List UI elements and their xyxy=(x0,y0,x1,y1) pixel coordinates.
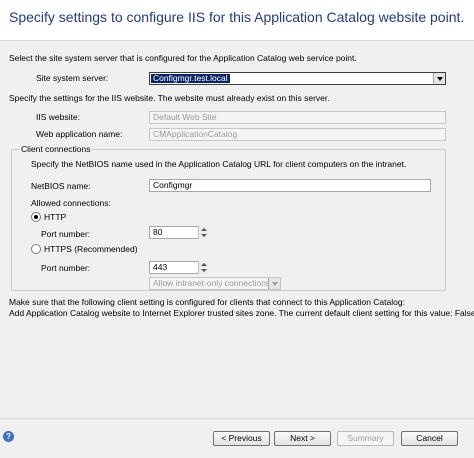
https-radio[interactable] xyxy=(31,244,41,254)
iis-website-field[interactable]: Default Web Site xyxy=(149,111,446,124)
https-connection-dropdown[interactable]: Allow intranet-only connections xyxy=(149,277,281,290)
site-system-server-value: Configmgr.test.local xyxy=(151,73,230,83)
https-port-field[interactable]: 443 xyxy=(149,261,200,274)
cancel-button[interactable]: Cancel xyxy=(401,431,458,446)
spin-down-icon[interactable] xyxy=(201,234,207,237)
previous-button[interactable]: < Previous xyxy=(213,431,270,446)
client-connections-legend: Client connections xyxy=(19,144,93,155)
summary-button[interactable]: Summary xyxy=(337,431,394,446)
web-app-name-field[interactable]: CMApplicationCatalog xyxy=(149,128,446,141)
http-port-spinner[interactable] xyxy=(198,226,208,239)
client-connections-description: Specify the NetBIOS name used in the App… xyxy=(31,159,407,169)
site-system-server-label: Site system server: xyxy=(36,73,109,83)
http-port-field[interactable]: 80 xyxy=(149,226,200,239)
https-label: HTTPS (Recommended) xyxy=(44,244,138,254)
notice-line-2: Add Application Catalog website to Inter… xyxy=(9,308,474,318)
web-app-name-label: Web application name: xyxy=(36,129,123,139)
next-button[interactable]: Next > xyxy=(274,431,331,446)
iis-intro-text: Specify the settings for the IIS website… xyxy=(9,93,330,103)
https-port-label: Port number: xyxy=(41,263,91,273)
help-icon[interactable]: ? xyxy=(3,431,14,442)
spin-down-icon[interactable] xyxy=(201,269,207,272)
chevron-down-icon[interactable] xyxy=(433,73,445,84)
page-title: Specify settings to configure IIS for th… xyxy=(9,9,465,25)
chevron-down-icon[interactable] xyxy=(268,278,280,289)
http-label: HTTP xyxy=(44,212,67,222)
netbios-name-field[interactable]: Configmgr xyxy=(149,179,431,192)
https-port-spinner[interactable] xyxy=(198,261,208,274)
netbios-label: NetBIOS name: xyxy=(31,181,91,191)
iis-website-label: IIS website: xyxy=(36,112,80,122)
http-radio[interactable] xyxy=(31,212,41,222)
page-header: Specify settings to configure IIS for th… xyxy=(0,0,474,41)
footer-divider xyxy=(0,418,474,419)
intro-text: Select the site system server that is co… xyxy=(9,53,357,63)
allowed-connections-label: Allowed connections: xyxy=(31,198,111,208)
http-port-label: Port number: xyxy=(41,229,91,239)
site-system-server-dropdown[interactable]: Configmgr.test.local xyxy=(149,72,446,85)
https-connection-value: Allow intranet-only connections xyxy=(153,278,271,288)
spin-up-icon[interactable] xyxy=(201,228,207,231)
spin-up-icon[interactable] xyxy=(201,263,207,266)
notice-line-1: Make sure that the following client sett… xyxy=(9,297,405,307)
